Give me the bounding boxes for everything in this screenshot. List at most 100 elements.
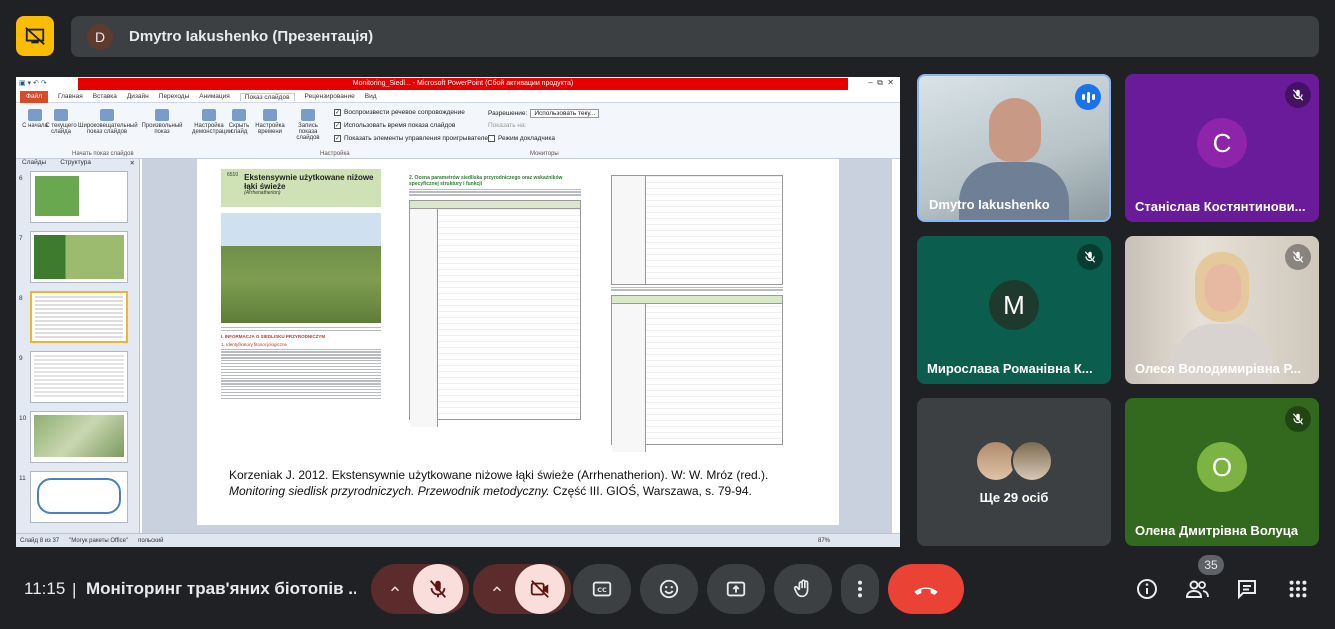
tab-review[interactable]: Рецензирование bbox=[305, 93, 355, 100]
broadcast-icon bbox=[100, 109, 114, 121]
participant-tile[interactable]: С Станіслав Костянтинови... bbox=[1125, 74, 1319, 222]
ribbon-from-current-button[interactable]: С текущего слайда bbox=[44, 109, 78, 135]
tab-design[interactable]: Дизайн bbox=[127, 93, 149, 100]
participant-tile-video[interactable]: Олеся Володимирівна Р... bbox=[1125, 236, 1319, 384]
show-on-select[interactable]: Показать на: bbox=[488, 122, 526, 129]
check-narration[interactable]: ✓ Воспроизвести речевое сопровождение bbox=[334, 109, 465, 116]
tab-view[interactable]: Вид bbox=[365, 93, 377, 100]
hand-icon bbox=[793, 579, 809, 598]
slides-panel-tabs: Слайды Структура ✕ bbox=[16, 159, 139, 169]
slide-thumbnail[interactable] bbox=[30, 171, 128, 223]
ppt-quick-access-icon[interactable]: ▣ ▾ ↶ ↷ bbox=[19, 79, 47, 87]
mic-off-icon bbox=[1077, 244, 1103, 270]
raise-hand-button[interactable] bbox=[774, 564, 832, 614]
captions-button[interactable]: CC bbox=[573, 564, 631, 614]
participant-tile-video[interactable]: Dmytro Iakushenko bbox=[917, 74, 1111, 222]
status-slide-count: Слайд 8 из 37 bbox=[20, 537, 60, 544]
slideshow-icon bbox=[54, 109, 68, 121]
participant-name: Олеся Володимирівна Р... bbox=[1135, 361, 1302, 376]
clock: 11:15 bbox=[24, 579, 66, 598]
slideshow-icon bbox=[28, 109, 42, 121]
ribbon-custom-show-button[interactable]: Произвольный показ bbox=[140, 109, 184, 135]
captions-icon: CC bbox=[592, 581, 612, 597]
chevron-up-icon[interactable] bbox=[379, 573, 411, 605]
tab-insert[interactable]: Вставка bbox=[93, 93, 117, 100]
doc-page: 2. Ocena parametrów siedliska przyrodnic… bbox=[409, 169, 581, 457]
more-options-button[interactable] bbox=[841, 564, 879, 614]
participant-count-badge: 35 bbox=[1198, 555, 1224, 575]
people-button[interactable] bbox=[1181, 573, 1213, 605]
window-controls-icon[interactable]: – ⧉ ✕ bbox=[868, 78, 894, 88]
mic-toggle-button[interactable] bbox=[413, 564, 463, 614]
ppt-titlebar: ▣ ▾ ↶ ↷ Monitoring_Siedl... - Microsoft … bbox=[16, 77, 900, 91]
custom-show-icon bbox=[155, 109, 169, 121]
participant-avatar: О bbox=[1197, 442, 1247, 492]
camera-toggle-button[interactable] bbox=[515, 564, 565, 614]
ribbon-record-button[interactable]: Запись показа слайдов bbox=[288, 109, 328, 141]
slide-thumbnail-selected[interactable] bbox=[30, 291, 128, 343]
emoji-icon bbox=[659, 579, 679, 599]
group-label: Мониторы bbox=[530, 151, 559, 157]
tab-slides[interactable]: Слайды bbox=[22, 159, 46, 169]
ribbon-setup-button[interactable]: Настройка демонстрации bbox=[192, 109, 232, 135]
present-screen-icon[interactable] bbox=[16, 16, 54, 56]
chat-icon bbox=[1238, 580, 1256, 600]
section-heading: I. INFORMACJA O SIEDLISKU PRZYRODNICZYM bbox=[221, 334, 326, 340]
end-call-icon bbox=[914, 587, 938, 595]
mic-off-icon bbox=[1285, 244, 1311, 270]
check-presenter-mode[interactable]: Режим докладчика bbox=[488, 135, 555, 142]
meadow-photo bbox=[221, 213, 381, 323]
check-media-controls[interactable]: ✓ Показать элементы управления проигрыват… bbox=[334, 135, 492, 142]
ribbon-broadcast-button[interactable]: Широковещательный показ слайдов bbox=[78, 109, 138, 135]
speaking-indicator-icon bbox=[1075, 84, 1101, 110]
activities-button[interactable] bbox=[1282, 573, 1314, 605]
presentation-banner: D Dmytro Iakushenko (Презентація) bbox=[71, 16, 1319, 57]
resolution-select[interactable]: Разрешение: Использовать теку... bbox=[488, 109, 600, 118]
zoom-level[interactable]: 87% bbox=[818, 538, 830, 544]
tab-outline[interactable]: Структура bbox=[60, 159, 91, 169]
svg-text:CC: CC bbox=[597, 586, 607, 594]
participant-tile[interactable]: О Олена Дмитрівна Волуца bbox=[1125, 398, 1319, 546]
leave-call-button[interactable] bbox=[888, 564, 964, 614]
participant-name: Мирослава Романівна К... bbox=[927, 361, 1093, 376]
check-timings[interactable]: ✓ Использовать время показа слайдов bbox=[334, 122, 455, 129]
ppt-statusbar: Слайд 8 из 37 "Могук ракеты Office" поль… bbox=[16, 533, 900, 547]
slide-number: 11 bbox=[19, 475, 26, 482]
tab-animation[interactable]: Анимация bbox=[199, 93, 230, 100]
meeting-title: Моніторинг трав'яних біотопів ... bbox=[86, 579, 356, 598]
reactions-button[interactable] bbox=[640, 564, 698, 614]
others-tile[interactable]: Ще 29 осіб bbox=[917, 398, 1111, 546]
record-icon bbox=[301, 109, 315, 121]
slide-thumbnail[interactable] bbox=[30, 351, 128, 403]
slide-number: 7 bbox=[19, 235, 23, 242]
indicators-table bbox=[611, 294, 783, 452]
slide-thumbnail[interactable] bbox=[30, 231, 128, 283]
chevron-up-icon[interactable] bbox=[481, 573, 513, 605]
tab-transitions[interactable]: Переходы bbox=[159, 93, 190, 100]
tab-home[interactable]: Главная bbox=[58, 93, 83, 100]
participant-tile[interactable]: М Мирослава Романівна К... bbox=[917, 236, 1111, 384]
mic-off-icon bbox=[1285, 406, 1311, 432]
tab-slideshow[interactable]: Показ слайдов bbox=[239, 92, 295, 101]
present-now-button[interactable] bbox=[707, 564, 765, 614]
group-label: Начать показ слайдов bbox=[72, 151, 134, 157]
apps-grid-icon bbox=[1289, 580, 1307, 598]
slide-thumbnail[interactable] bbox=[30, 471, 128, 523]
participant-face bbox=[1205, 264, 1241, 312]
slide-number: 8 bbox=[19, 295, 23, 302]
participant-body bbox=[959, 162, 1069, 220]
participant-avatar: С bbox=[1197, 118, 1247, 168]
meeting-info-button[interactable] bbox=[1131, 573, 1163, 605]
separator: | bbox=[72, 580, 77, 599]
status-theme: "Могук ракеты Office" bbox=[69, 537, 129, 544]
chat-button[interactable] bbox=[1231, 573, 1263, 605]
ribbon-rehearse-button[interactable]: Настройка времени bbox=[254, 109, 286, 135]
habitat-code: 6510 bbox=[227, 172, 239, 178]
slide-thumbnail[interactable] bbox=[30, 411, 128, 463]
close-icon[interactable]: ✕ bbox=[130, 159, 135, 169]
camera-off-icon bbox=[530, 580, 549, 598]
status-language: польский bbox=[138, 537, 164, 544]
current-slide: 6510 Ekstensywnie użytkowane niżowe łąki… bbox=[197, 159, 839, 525]
ribbon-hide-slide-button[interactable]: Скрыть слайд bbox=[226, 109, 252, 135]
tab-file[interactable]: Файл bbox=[20, 90, 48, 103]
